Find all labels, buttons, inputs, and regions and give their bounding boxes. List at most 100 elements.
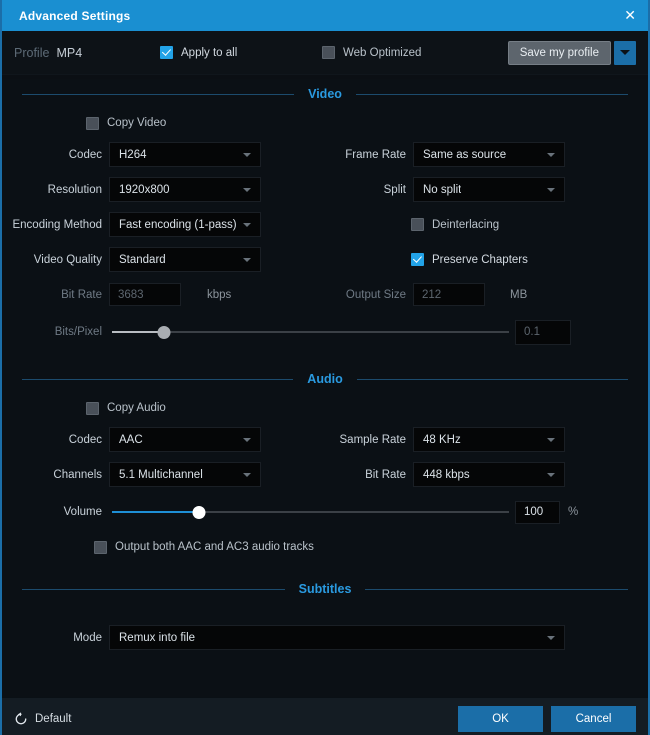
dual-tracks-row: Output both AAC and AC3 audio tracks	[2, 532, 648, 562]
chevron-down-icon	[547, 473, 555, 477]
chevron-down-icon	[547, 636, 555, 640]
advanced-settings-dialog: Advanced Settings ✕ Profile MP4 Apply to…	[0, 0, 650, 735]
save-profile-dropdown-button[interactable]	[614, 41, 636, 65]
frame-rate-select[interactable]: Same as source	[413, 142, 565, 167]
slider-handle[interactable]	[193, 506, 206, 519]
deinterlacing-label: Deinterlacing	[432, 219, 499, 231]
close-icon[interactable]: ✕	[624, 9, 636, 23]
output-size-label: Output Size	[302, 289, 406, 301]
video-codec-label: Codec	[2, 149, 102, 161]
audio-section-title: Audio	[307, 372, 342, 386]
channels-bitrate-row: Channels 5.1 Multichannel Bit Rate 448 k…	[2, 457, 648, 492]
checkbox-checked-icon[interactable]	[411, 253, 424, 266]
quality-chapters-row: Video Quality Standard Preserve Chapters	[2, 242, 648, 277]
volume-value: 100	[524, 506, 543, 518]
audio-bitrate-select[interactable]: 448 kbps	[413, 462, 565, 487]
subtitle-mode-row: Mode Remux into file	[2, 620, 648, 655]
slider-handle[interactable]	[157, 326, 170, 339]
apply-to-all-label: Apply to all	[181, 47, 237, 59]
checkbox-checked-icon[interactable]	[160, 46, 173, 59]
video-bitrate-label: Bit Rate	[2, 289, 102, 301]
settings-content: Video Copy Video Codec H264 Frame Rate S…	[2, 79, 648, 735]
checkbox-unchecked-icon[interactable]	[86, 402, 99, 415]
encoding-method-value: Fast encoding (1-pass)	[119, 219, 237, 231]
ok-button[interactable]: OK	[458, 706, 543, 732]
chevron-down-icon	[243, 438, 251, 442]
video-quality-select[interactable]: Standard	[109, 247, 261, 272]
save-profile-group: Save my profile	[508, 41, 636, 65]
video-section-header: Video	[2, 79, 648, 109]
channels-select[interactable]: 5.1 Multichannel	[109, 462, 261, 487]
sample-rate-label: Sample Rate	[302, 434, 406, 446]
video-bitrate-value: 3683	[118, 289, 144, 301]
output-size-input[interactable]: 212	[413, 283, 485, 306]
deinterlacing-checkbox[interactable]: Deinterlacing	[411, 218, 499, 231]
sample-rate-select[interactable]: 48 KHz	[413, 427, 565, 452]
video-quality-value: Standard	[119, 254, 166, 266]
copy-video-checkbox[interactable]: Copy Video	[86, 117, 166, 130]
cancel-button[interactable]: Cancel	[551, 706, 636, 732]
window-title: Advanced Settings	[19, 9, 130, 23]
video-section-title: Video	[308, 87, 342, 101]
checkbox-unchecked-icon[interactable]	[86, 117, 99, 130]
copy-video-label: Copy Video	[107, 117, 166, 129]
encoding-method-label: Encoding Method	[2, 219, 102, 231]
resolution-select[interactable]: 1920x800	[109, 177, 261, 202]
apply-to-all-checkbox[interactable]: Apply to all	[160, 46, 237, 59]
codec-framerate-row: Codec H264 Frame Rate Same as source	[2, 137, 648, 172]
divider-line	[356, 94, 628, 95]
channels-value: 5.1 Multichannel	[119, 469, 203, 481]
dual-audio-tracks-checkbox[interactable]: Output both AAC and AC3 audio tracks	[94, 541, 314, 554]
audio-section-header: Audio	[2, 364, 648, 394]
checkbox-unchecked-icon[interactable]	[322, 46, 335, 59]
bitrate-outputsize-row: Bit Rate 3683 kbps Output Size 212 MB	[2, 277, 648, 312]
profile-value: MP4	[56, 46, 82, 60]
web-optimized-checkbox[interactable]: Web Optimized	[322, 46, 421, 59]
chevron-down-icon	[547, 153, 555, 157]
audio-codec-label: Codec	[2, 434, 102, 446]
volume-input[interactable]: 100	[515, 501, 560, 524]
subtitle-mode-label: Mode	[2, 632, 102, 644]
preserve-chapters-checkbox[interactable]: Preserve Chapters	[411, 253, 528, 266]
audio-bitrate-label: Bit Rate	[302, 469, 406, 481]
volume-slider[interactable]	[112, 505, 509, 519]
profile-label: Profile	[14, 46, 49, 60]
video-quality-label: Video Quality	[2, 254, 102, 266]
default-button[interactable]: Default	[14, 712, 71, 726]
bits-per-pixel-label: Bits/Pixel	[2, 326, 102, 338]
resolution-split-row: Resolution 1920x800 Split No split	[2, 172, 648, 207]
copy-video-row: Copy Video	[2, 109, 648, 137]
split-value: No split	[423, 184, 461, 196]
divider-line	[22, 589, 285, 590]
subtitle-mode-select[interactable]: Remux into file	[109, 625, 565, 650]
video-codec-value: H264	[119, 149, 147, 161]
chevron-down-icon	[620, 50, 630, 55]
output-size-unit: MB	[510, 289, 527, 301]
audio-codec-select[interactable]: AAC	[109, 427, 261, 452]
checkbox-unchecked-icon[interactable]	[94, 541, 107, 554]
chevron-down-icon	[243, 223, 251, 227]
subtitles-section-header: Subtitles	[2, 574, 648, 604]
video-codec-select[interactable]: H264	[109, 142, 261, 167]
default-label: Default	[35, 713, 71, 725]
frame-rate-value: Same as source	[423, 149, 506, 161]
save-my-profile-button[interactable]: Save my profile	[508, 41, 611, 65]
video-bitrate-input[interactable]: 3683	[109, 283, 181, 306]
checkbox-unchecked-icon[interactable]	[411, 218, 424, 231]
split-label: Split	[302, 184, 406, 196]
split-select[interactable]: No split	[413, 177, 565, 202]
audio-codec-samplerate-row: Codec AAC Sample Rate 48 KHz	[2, 422, 648, 457]
sample-rate-value: 48 KHz	[423, 434, 461, 446]
chevron-down-icon	[547, 438, 555, 442]
resolution-value: 1920x800	[119, 184, 170, 196]
copy-audio-checkbox[interactable]: Copy Audio	[86, 402, 166, 415]
video-bitrate-unit: kbps	[207, 289, 231, 301]
encoding-method-select[interactable]: Fast encoding (1-pass)	[109, 212, 261, 237]
bits-per-pixel-input[interactable]: 0.1	[515, 320, 571, 345]
bits-per-pixel-slider[interactable]	[112, 325, 509, 339]
volume-label: Volume	[2, 506, 102, 518]
bits-per-pixel-value: 0.1	[524, 326, 540, 338]
chevron-down-icon	[243, 153, 251, 157]
resolution-label: Resolution	[2, 184, 102, 196]
audio-codec-value: AAC	[119, 434, 143, 446]
